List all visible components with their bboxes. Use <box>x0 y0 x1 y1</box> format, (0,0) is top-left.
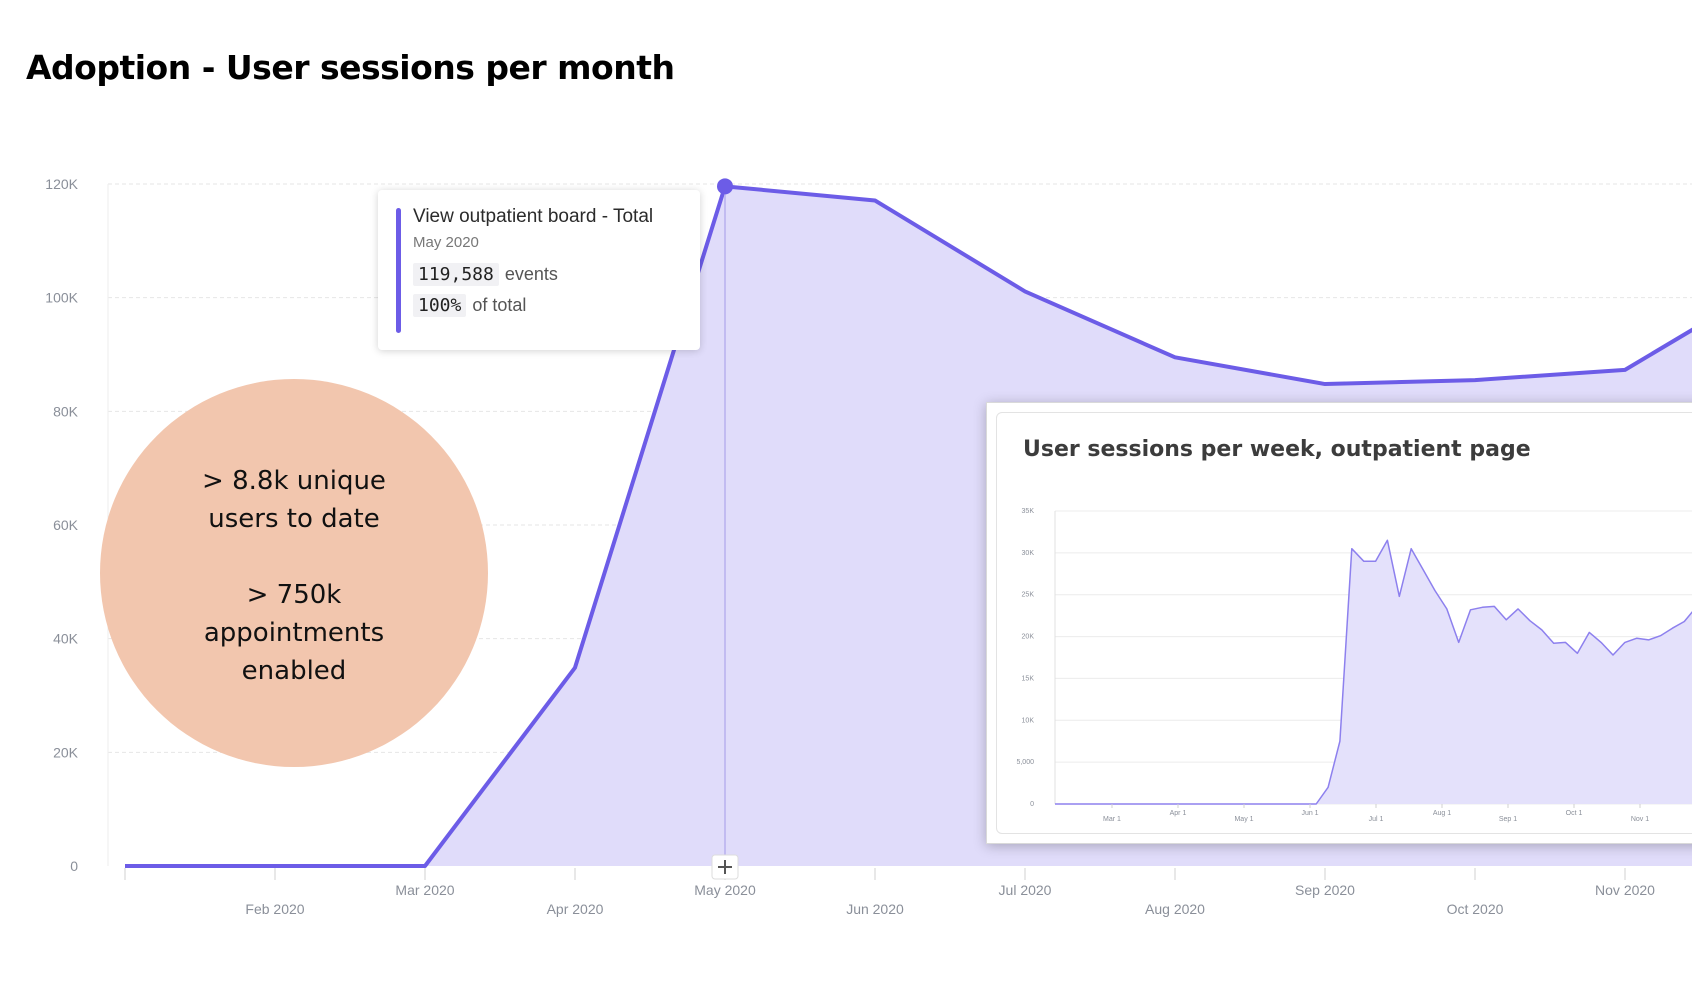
callout-line: > 8.8k unique <box>202 466 386 496</box>
stats-callout-text: > 8.8k unique users to date > 750k appoi… <box>100 462 488 690</box>
tooltip-value-unit: events <box>504 264 558 284</box>
weekly-sessions-inset-card: User sessions per week, outpatient page … <box>986 402 1692 844</box>
inset-y-tick-label: 5,000 <box>1016 759 1034 766</box>
y-tick-label: 60K <box>53 517 79 533</box>
tooltip-value: 119,588 <box>413 263 499 286</box>
x-tick-label: May 2020 <box>694 882 756 898</box>
inset-y-tick-label: 20K <box>1022 634 1035 641</box>
tooltip-series-color-bar <box>396 208 401 333</box>
x-tick-label: Jun 2020 <box>846 901 904 917</box>
callout-line: users to date <box>208 504 380 534</box>
inset-x-tick-label: Jun 1 <box>1301 810 1318 817</box>
y-tick-label: 40K <box>53 631 79 647</box>
callout-line: appointments <box>203 618 385 648</box>
x-tick-label: Apr 2020 <box>547 901 604 917</box>
tooltip-percent: 100% <box>413 294 467 317</box>
x-tick-label: Nov 2020 <box>1595 882 1655 898</box>
inset-x-tick-label: Sep 1 <box>1499 816 1517 823</box>
inset-y-tick-label: 25K <box>1022 592 1035 599</box>
x-tick-label: Mar 2020 <box>395 882 454 898</box>
tooltip-percent-row: 100% of total <box>413 294 680 317</box>
tooltip-value-row: 119,588 events <box>413 263 680 286</box>
tooltip-percent-label: of total <box>472 295 527 315</box>
y-tick-label: 20K <box>53 744 79 760</box>
inset-x-tick-label: Mar 1 <box>1103 816 1121 823</box>
x-tick-label: Sep 2020 <box>1295 882 1355 898</box>
inset-x-tick-label: Aug 1 <box>1433 810 1451 817</box>
tooltip-series-name: View outpatient board - Total <box>413 206 654 227</box>
callout-line: > 750k <box>246 580 342 610</box>
x-tick-label: Aug 2020 <box>1145 901 1205 917</box>
stats-callout-circle: > 8.8k unique users to date > 750k appoi… <box>100 379 488 767</box>
inset-y-tick-label: 35K <box>1022 508 1035 515</box>
x-tick-label: Oct 2020 <box>1447 901 1504 917</box>
inset-x-tick-label: May 1 <box>1234 816 1253 823</box>
inset-y-tick-label: 0 <box>1030 801 1034 808</box>
inset-x-tick-label: Apr 1 <box>1170 810 1187 817</box>
inset-series-area-fill <box>1055 540 1692 804</box>
highlighted-data-point <box>717 178 733 195</box>
y-tick-label: 120K <box>45 176 78 192</box>
tooltip-period: May 2020 <box>413 234 479 251</box>
chart-tooltip: View outpatient board - Total May 2020 1… <box>378 190 700 350</box>
inset-x-tick-label: Jul 1 <box>1369 816 1384 823</box>
inset-y-tick-label: 15K <box>1022 675 1035 682</box>
inset-y-tick-label: 30K <box>1022 550 1035 557</box>
weekly-area-chart: 0 5,000 10K 15K 20K 25K 30K 35K Mar 1 Apr 1 May 1 J… <box>1016 508 1692 823</box>
inset-x-tick-label: Nov 1 <box>1631 816 1649 823</box>
inset-y-tick-label: 10K <box>1022 717 1035 724</box>
callout-line: enabled <box>241 656 347 686</box>
x-tick-label: Feb 2020 <box>245 901 304 917</box>
y-tick-label: 80K <box>53 403 79 419</box>
x-tick-label: Jul 2020 <box>999 882 1052 898</box>
y-tick-label: 100K <box>45 290 78 306</box>
y-tick-label: 0 <box>70 858 78 874</box>
inset-x-tick-label: Oct 1 <box>1566 810 1583 817</box>
